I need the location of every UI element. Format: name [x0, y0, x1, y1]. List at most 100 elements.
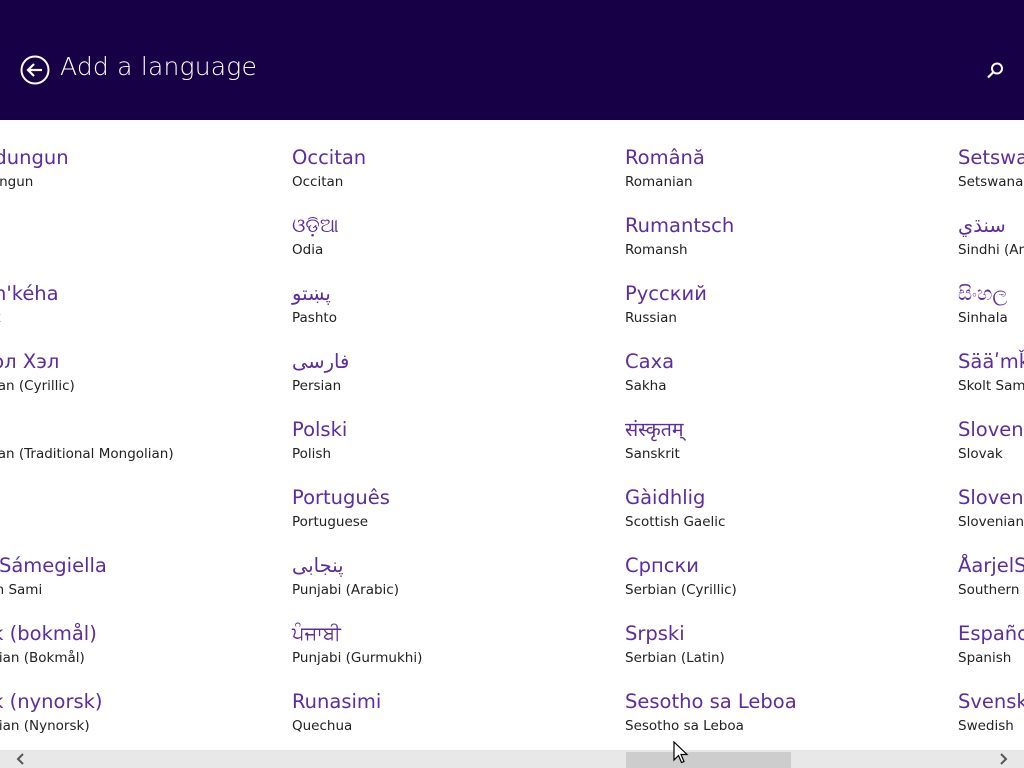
- language-item[interactable]: sk (bokmål) egian (Bokmål): [0, 622, 174, 690]
- language-native-name: гол Хэл: [0, 350, 60, 373]
- language-english-name: egian (Nynorsk): [0, 718, 90, 734]
- header-bar: Add a language: [0, 0, 1024, 120]
- horizontal-scrollbar[interactable]: [0, 750, 1024, 768]
- language-english-name: Polish: [292, 446, 332, 462]
- language-item[interactable]: Runasimi Quechua: [292, 690, 422, 750]
- language-english-name: Serbian (Latin): [625, 650, 725, 666]
- language-native-name: Rumantsch: [625, 214, 735, 237]
- language-native-name: Sääʹmǩiõll: [958, 350, 1024, 373]
- language-native-name: Slovenčina: [958, 418, 1024, 441]
- language-english-name: Spanish: [958, 650, 1012, 666]
- language-column: Română Romanian Rumantsch Romansh Русский Rus…: [625, 146, 797, 750]
- language-item[interactable]: Srpski Serbian (Latin): [625, 622, 797, 690]
- language-english-name: egian (Bokmål): [0, 650, 85, 666]
- language-native-name: Русский: [625, 282, 707, 305]
- language-english-name: olian (Traditional Mongolian): [0, 446, 174, 462]
- language-native-name: Español: [958, 622, 1024, 645]
- language-item[interactable]: پنجابی Punjabi (Arabic): [292, 554, 422, 622]
- search-icon[interactable]: [984, 60, 1006, 82]
- language-item[interactable]: ଓଡ଼ିଆ Odia: [292, 214, 422, 282]
- language-item[interactable]: Polski Polish: [292, 418, 422, 486]
- language-item[interactable]: Sesotho sa Leboa Sesotho sa Leboa: [625, 690, 797, 750]
- language-native-name: sk (nynorsk): [0, 690, 103, 713]
- language-item[interactable]: پښتو Pashto: [292, 282, 422, 350]
- language-item[interactable]: ÅarjelSaemiengïele Southern Sami: [958, 554, 1024, 622]
- language-english-name: Skolt Sami: [958, 378, 1024, 394]
- language-item[interactable]: Slovenčina Slovak: [958, 418, 1024, 486]
- language-item[interactable]: Српски Serbian (Cyrillic): [625, 554, 797, 622]
- language-native-name: Runasimi: [292, 690, 382, 713]
- language-native-name: Polski: [292, 418, 348, 441]
- language-item[interactable]: гол Хэл olian (Cyrillic): [0, 350, 174, 418]
- scrollbar-thumb[interactable]: [626, 752, 791, 768]
- language-english-name: Slovenian: [958, 514, 1024, 530]
- chevron-right-icon[interactable]: [994, 750, 1012, 768]
- language-item[interactable]: سنڌي Sindhi (Arabic): [958, 214, 1024, 282]
- language-english-name: olian (Cyrillic): [0, 378, 75, 394]
- language-english-name: Persian: [292, 378, 342, 394]
- language-native-name: ी: [0, 214, 174, 240]
- language-item[interactable]: viSámegiella ern Sami: [0, 554, 174, 622]
- language-english-name: Serbian (Cyrillic): [625, 582, 737, 598]
- language-english-name: hi: [0, 241, 174, 259]
- language-english-name: Sakha: [625, 378, 667, 394]
- language-item[interactable]: Svenska Swedish: [958, 690, 1024, 750]
- language-english-name: Quechua: [292, 718, 353, 734]
- language-item[interactable]: Occitan Occitan: [292, 146, 422, 214]
- language-native-name: Gàidhlig: [625, 486, 706, 509]
- language-item[interactable]: संस्कृतम् Sanskrit: [625, 418, 797, 486]
- language-english-name: Pashto: [292, 310, 337, 326]
- language-english-name: Odia: [292, 242, 324, 258]
- language-native-name: پښتو: [292, 282, 331, 305]
- language-item[interactable]: udungun dungun: [0, 146, 174, 214]
- language-english-name: Russian: [625, 310, 677, 326]
- language-item[interactable]: فارسى Persian: [292, 350, 422, 418]
- language-item[interactable]: Русский Russian: [625, 282, 797, 350]
- language-english-name: Punjabi (Gurmukhi): [292, 650, 423, 666]
- language-english-name: Portuguese: [292, 514, 369, 530]
- language-item[interactable]: ਪੰਜਾਬੀ Punjabi (Gurmukhi): [292, 622, 422, 690]
- language-native-name: Sesotho sa Leboa: [625, 690, 797, 713]
- language-native-name: Саха: [625, 350, 675, 373]
- language-native-name: ଓଡ଼ିଆ: [292, 214, 339, 237]
- language-item[interactable]: සිංහල Sinhala: [958, 282, 1024, 350]
- language-english-name: Swedish: [958, 718, 1014, 734]
- language-native-name: Slovenščina: [958, 486, 1024, 509]
- language-english-name: Sinhala: [958, 310, 1008, 326]
- language-column: Occitan Occitan ଓଡ଼ିଆ Odia پښتو Pashto فارسى Pe…: [292, 146, 422, 750]
- language-item[interactable]: sk (nynorsk) egian (Nynorsk): [0, 690, 174, 750]
- language-item[interactable]: en'kéha wk: [0, 282, 174, 350]
- language-item[interactable]: Español Spanish: [958, 622, 1024, 690]
- language-english-name: Setswana: [958, 174, 1024, 190]
- language-native-name: සිංහල: [958, 282, 1008, 305]
- language-english-name: wk: [0, 309, 174, 327]
- language-english-name: Southern Sami: [958, 582, 1024, 598]
- language-english-name: Slovak: [958, 446, 1003, 462]
- language-item[interactable]: Setswana Setswana: [958, 146, 1024, 214]
- language-item[interactable]: Rumantsch Romansh: [625, 214, 797, 282]
- language-english-name: Occitan: [292, 174, 344, 190]
- language-english-name: Romansh: [625, 242, 688, 258]
- language-item[interactable]: Саха Sakha: [625, 350, 797, 418]
- language-item[interactable]: ᠮᠤ olian (Traditional Mongolian): [0, 418, 174, 486]
- back-arrow-icon[interactable]: [20, 55, 50, 85]
- language-native-name: پنجابی: [292, 554, 344, 577]
- language-item[interactable]: Gàidhlig Scottish Gaelic: [625, 486, 797, 554]
- language-native-name: ी: [0, 486, 174, 512]
- language-item[interactable]: ी: [0, 486, 174, 554]
- language-native-name: udungun: [0, 146, 69, 169]
- language-item[interactable]: Slovenščina Slovenian: [958, 486, 1024, 554]
- language-item[interactable]: ीhi: [0, 214, 174, 282]
- language-native-name: Svenska: [958, 690, 1024, 713]
- language-item[interactable]: Sääʹmǩiõll Skolt Sami: [958, 350, 1024, 418]
- language-native-name: Occitan: [292, 146, 367, 169]
- chevron-left-icon[interactable]: [12, 750, 30, 768]
- language-native-name: سنڌي: [958, 214, 1006, 237]
- language-english-name: ern Sami: [0, 582, 43, 598]
- language-item[interactable]: Português Portuguese: [292, 486, 422, 554]
- language-english-name: Sindhi (Arabic): [958, 242, 1024, 258]
- language-item[interactable]: Română Romanian: [625, 146, 797, 214]
- language-native-name: Română: [625, 146, 705, 169]
- language-english-name: Punjabi (Arabic): [292, 582, 399, 598]
- language-english-name: Sesotho sa Leboa: [625, 718, 744, 734]
